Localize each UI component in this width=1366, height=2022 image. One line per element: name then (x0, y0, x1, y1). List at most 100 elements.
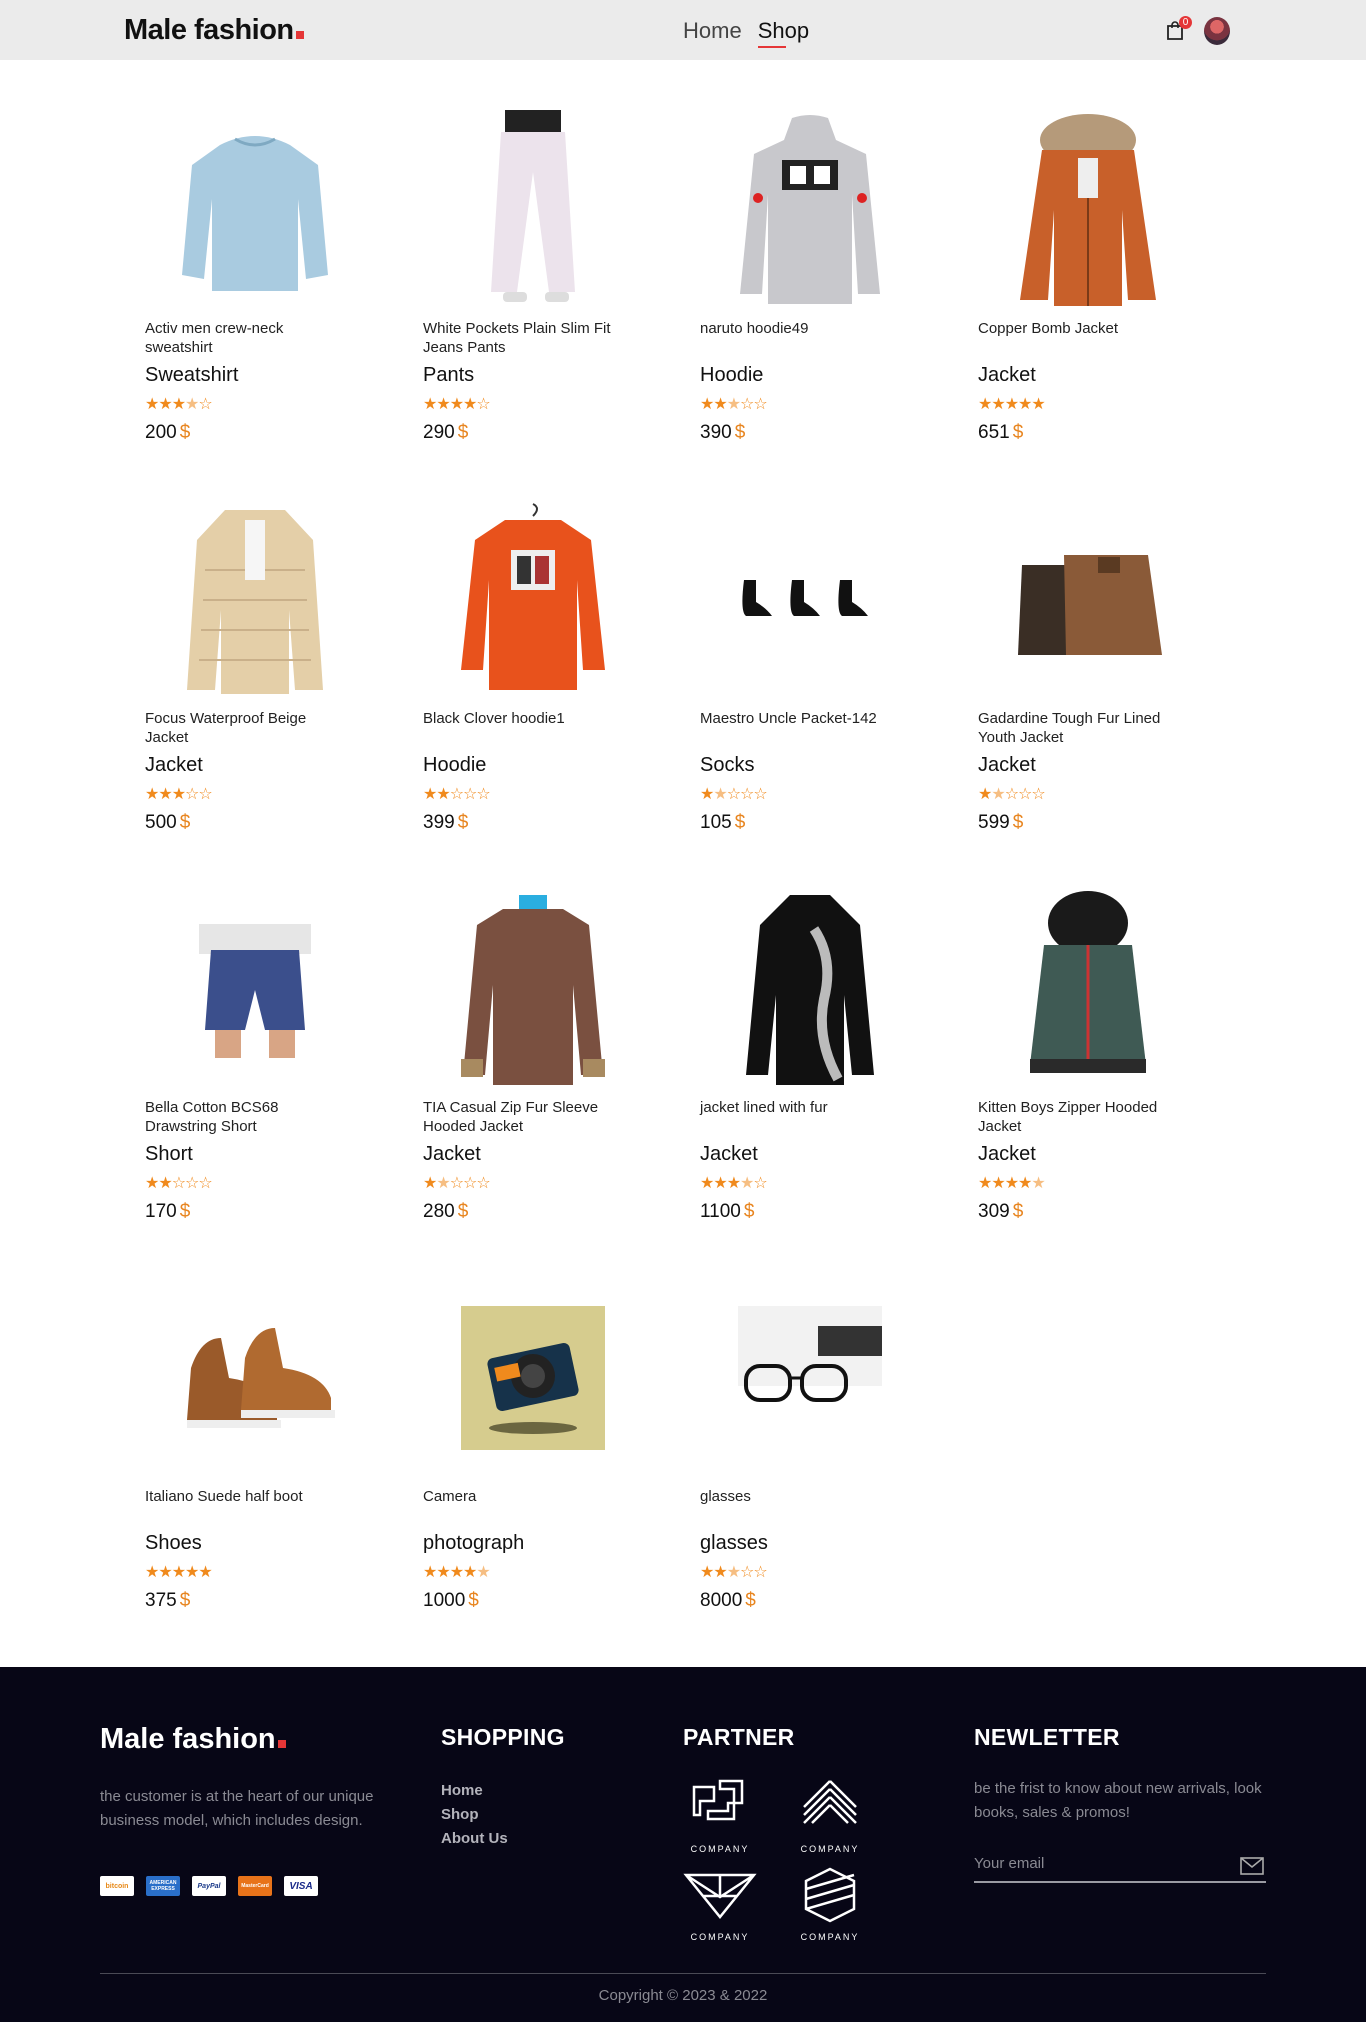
product-card[interactable]: TIA Casual Zip Fur Sleeve Hooded Jacket J… (423, 886, 643, 1246)
product-name[interactable]: naruto hoodie49 (700, 319, 900, 338)
star-icon: ☆ (753, 1562, 767, 1581)
user-avatar[interactable] (1204, 17, 1230, 45)
star-icon: ★ (185, 394, 199, 413)
product-price: 599 $ (978, 812, 1023, 834)
product-name[interactable]: Camera (423, 1487, 623, 1506)
rating-stars: ★★☆☆☆ (145, 1173, 213, 1192)
currency-symbol: $ (179, 812, 191, 833)
product-name[interactable]: Italiano Suede half boot (145, 1487, 345, 1506)
footer-logo[interactable]: Male fashion (100, 1723, 286, 1756)
product-name[interactable]: glasses (700, 1487, 900, 1506)
product-card[interactable]: Kitten Boys Zipper Hooded Jacket Jacket ★★… (978, 886, 1198, 1246)
coat-black-image[interactable] (700, 886, 920, 1091)
star-icon: ☆ (740, 784, 754, 803)
currency-symbol: $ (457, 1201, 469, 1222)
pants-image[interactable] (423, 107, 643, 312)
product-card[interactable]: Italiano Suede half boot Shoes ★★★★★ 375 $ (145, 1275, 365, 1635)
product-name[interactable]: TIA Casual Zip Fur Sleeve Hooded Jacket (423, 1098, 623, 1136)
product-card[interactable]: Black Clover hoodie1 Hoodie ★★☆☆☆ 399 $ (423, 497, 643, 857)
hoodie-gray-image[interactable] (700, 107, 920, 312)
vest-green-image[interactable] (978, 886, 1198, 1091)
footer-divider (100, 1973, 1266, 1974)
partner-chevron-icon (803, 1780, 857, 1824)
glasses-image[interactable] (700, 1275, 920, 1480)
star-icon: ★ (700, 784, 714, 803)
star-icon: ☆ (449, 1173, 464, 1192)
short-image[interactable] (145, 886, 365, 1091)
mail-icon[interactable] (1240, 1857, 1264, 1875)
rating-stars: ★★★★★ (978, 394, 1046, 413)
product-name[interactable]: Kitten Boys Zipper Hooded Jacket (978, 1098, 1178, 1136)
nav-home-link[interactable]: Home (683, 18, 742, 44)
footer-link-home[interactable]: Home (441, 1779, 508, 1803)
sweatshirt-image[interactable] (145, 107, 365, 312)
product-card[interactable]: Copper Bomb Jacket Jacket ★★★★★ 651 $ (978, 107, 1198, 467)
product-name[interactable]: Activ men crew-neck sweatshirt (145, 319, 345, 357)
product-card[interactable]: naruto hoodie49 Hoodie ★★★☆☆ 390 $ (700, 107, 920, 467)
star-icon: ☆ (1004, 784, 1019, 803)
star-icon: ★ (171, 1562, 186, 1581)
currency-symbol: $ (743, 1201, 755, 1222)
hoodie-orange-image[interactable] (423, 497, 643, 702)
camera-image[interactable] (423, 1275, 643, 1480)
star-icon: ☆ (449, 784, 464, 803)
partner-logo: COMPANY (680, 1865, 760, 1943)
product-category: Hoodie (700, 364, 764, 386)
product-card[interactable]: jacket lined with fur Jacket ★★★★☆ 1100 $ (700, 886, 920, 1246)
product-card[interactable]: Activ men crew-neck sweatshirt Sweatshirt… (145, 107, 365, 467)
product-name[interactable]: White Pockets Plain Slim Fit Jeans Pants (423, 319, 623, 357)
star-icon: ★ (436, 1173, 450, 1192)
star-icon: ☆ (185, 784, 199, 803)
footer-link-shop[interactable]: Shop (441, 1803, 508, 1827)
price-value: 1000 (423, 1590, 466, 1611)
nav-shop-link[interactable]: Shop (757, 18, 809, 48)
product-category: Socks (700, 754, 755, 776)
jacket-copper-image[interactable] (978, 107, 1198, 312)
currency-symbol: $ (179, 1201, 191, 1222)
product-name[interactable]: Maestro Uncle Packet-142 (700, 709, 900, 728)
email-input[interactable] (974, 1853, 1224, 1872)
star-icon: ★ (423, 1562, 437, 1581)
star-icon: ★ (991, 1173, 1005, 1192)
cart-count-badge: 0 (1179, 16, 1192, 29)
socks-image[interactable] (700, 497, 920, 702)
currency-symbol: $ (179, 422, 191, 443)
star-icon: ☆ (753, 784, 767, 803)
partner-logos: COMPANY COMPANY COMPANY COMPANY (680, 1777, 900, 1947)
product-card[interactable]: White Pockets Plain Slim Fit Jeans Pants… (423, 107, 643, 467)
product-name[interactable]: Gadardine Tough Fur Lined Youth Jacket (978, 709, 1178, 747)
product-name[interactable]: jacket lined with fur (700, 1098, 900, 1117)
star-icon: ★ (436, 784, 450, 803)
rating-stars: ★★★☆☆ (145, 784, 213, 803)
product-card[interactable]: Gadardine Tough Fur Lined Youth Jacket Ja… (978, 497, 1198, 857)
star-icon: ★ (726, 1173, 741, 1192)
star-icon: ★ (185, 1562, 199, 1581)
currency-symbol: $ (457, 812, 469, 833)
product-name[interactable]: Bella Cotton BCS68 Drawstring Short (145, 1098, 345, 1136)
star-icon: ★ (713, 394, 727, 413)
product-card[interactable]: Bella Cotton BCS68 Drawstring Short Short… (145, 886, 365, 1246)
product-card[interactable]: glasses glasses ★★★☆☆ 8000 $ (700, 1275, 920, 1635)
product-name[interactable]: Copper Bomb Jacket (978, 319, 1178, 338)
product-card[interactable]: Focus Waterproof Beige Jacket Jacket ★★★☆☆… (145, 497, 365, 857)
star-icon: ★ (991, 784, 1005, 803)
footer-link-about[interactable]: About Us (441, 1827, 508, 1851)
product-price: 8000 $ (700, 1590, 756, 1612)
product-category: Jacket (978, 1143, 1036, 1165)
price-value: 599 (978, 812, 1010, 833)
boot-image[interactable] (145, 1275, 365, 1480)
product-name[interactable]: Black Clover hoodie1 (423, 709, 623, 728)
product-card[interactable]: Camera photograph ★★★★★ 1000 $ (423, 1275, 643, 1635)
star-icon: ★ (145, 1562, 159, 1581)
jacket-beige-image[interactable] (145, 497, 365, 702)
product-price: 1100 $ (700, 1201, 754, 1223)
product-card[interactable]: Maestro Uncle Packet-142 Socks ★★☆☆☆ 105 $ (700, 497, 920, 857)
coat-brown-image[interactable] (423, 886, 643, 1091)
newsletter-form (974, 1853, 1266, 1883)
jacket-brown-image[interactable] (978, 497, 1198, 702)
brand-logo[interactable]: Male fashion (124, 14, 304, 47)
product-category: Jacket (700, 1143, 758, 1165)
price-value: 170 (145, 1201, 177, 1222)
star-icon: ★ (726, 394, 741, 413)
product-name[interactable]: Focus Waterproof Beige Jacket (145, 709, 345, 747)
